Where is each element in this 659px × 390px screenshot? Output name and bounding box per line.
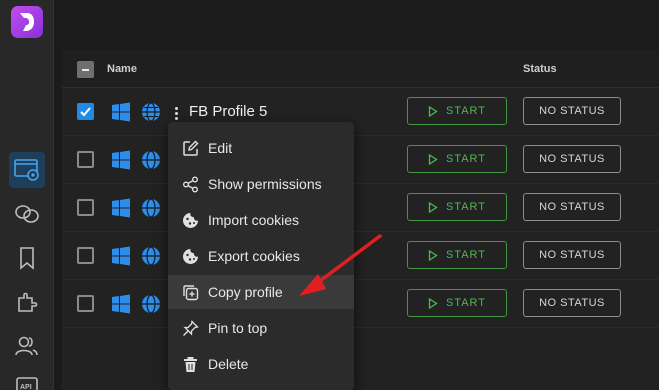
top-bar — [55, 0, 659, 50]
status-button[interactable]: NO STATUS — [523, 145, 621, 173]
share-icon — [183, 176, 198, 192]
profiles-table: Name Status START NO STATUS START NO STA… — [62, 50, 659, 390]
play-icon — [428, 201, 438, 213]
api-icon: API — [16, 377, 38, 390]
menu-item-delete[interactable]: Delete — [168, 347, 354, 381]
globe-icon — [142, 294, 160, 314]
column-header-status[interactable]: Status — [523, 63, 557, 75]
sidebar-item-bookmarks[interactable] — [9, 240, 45, 276]
menu-item-pin-to-top[interactable]: Pin to top — [168, 311, 354, 345]
logo-icon — [20, 13, 34, 31]
sidebar-item-api[interactable]: API — [9, 372, 45, 390]
sidebar-item-profiles[interactable] — [9, 152, 45, 188]
row-checkbox[interactable] — [77, 247, 94, 264]
windows-icon — [112, 246, 130, 266]
copy-icon — [183, 284, 199, 300]
status-button[interactable]: NO STATUS — [523, 241, 621, 269]
play-icon — [428, 153, 438, 165]
start-button[interactable]: START — [407, 145, 507, 173]
profiles-icon — [14, 159, 39, 181]
windows-icon — [112, 198, 130, 218]
sidebar-item-proxy[interactable] — [9, 196, 45, 232]
play-icon — [428, 105, 438, 117]
globe-icon — [142, 102, 160, 122]
sidebar: API — [0, 0, 54, 390]
status-button[interactable]: NO STATUS — [523, 289, 621, 317]
status-button[interactable]: NO STATUS — [523, 97, 621, 125]
cookie-icon — [183, 212, 198, 228]
menu-item-show-permissions[interactable]: Show permissions — [168, 167, 354, 201]
start-label: START — [445, 297, 487, 309]
pin-icon — [183, 319, 199, 336]
menu-item-label: Pin to top — [208, 320, 268, 336]
sidebar-item-users[interactable] — [9, 328, 45, 364]
play-icon — [428, 297, 438, 309]
row-checkbox[interactable] — [77, 103, 94, 120]
context-menu: Edit Show permissions Import cookies Exp… — [168, 122, 354, 390]
table-row[interactable]: START NO STATUS — [62, 136, 659, 184]
bookmark-icon — [20, 247, 34, 270]
sidebar-item-extensions[interactable] — [9, 284, 45, 320]
table-row[interactable]: START NO STATUS — [62, 280, 659, 328]
extensions-icon — [18, 292, 38, 312]
start-button[interactable]: START — [407, 193, 507, 221]
start-button[interactable]: START — [407, 97, 507, 125]
status-button[interactable]: NO STATUS — [523, 193, 621, 221]
users-icon — [15, 336, 38, 356]
cookie-icon — [183, 248, 198, 264]
select-all-checkbox[interactable] — [77, 61, 94, 78]
windows-icon — [112, 150, 130, 170]
menu-item-import-cookies[interactable]: Import cookies — [168, 203, 354, 237]
play-icon — [428, 249, 438, 261]
menu-item-edit[interactable]: Edit — [168, 131, 354, 165]
windows-icon — [112, 102, 130, 122]
column-header-name[interactable]: Name — [107, 63, 137, 75]
globe-icon — [142, 246, 160, 266]
table-header: Name Status — [62, 50, 659, 88]
check-icon — [80, 107, 91, 117]
profile-name[interactable]: FB Profile 5 — [189, 103, 267, 120]
trash-icon — [184, 356, 197, 372]
globe-icon — [142, 198, 160, 218]
svg-text:API: API — [20, 384, 32, 390]
globe-icon — [142, 150, 160, 170]
menu-item-label: Import cookies — [208, 212, 300, 228]
start-button[interactable]: START — [407, 241, 507, 269]
start-label: START — [445, 153, 487, 165]
menu-item-export-cookies[interactable]: Export cookies — [168, 239, 354, 273]
table-row[interactable]: START NO STATUS — [62, 232, 659, 280]
row-checkbox[interactable] — [77, 199, 94, 216]
start-label: START — [445, 201, 487, 213]
menu-item-label: Show permissions — [208, 176, 322, 192]
menu-item-copy-profile[interactable]: Copy profile — [168, 275, 354, 309]
start-button[interactable]: START — [407, 289, 507, 317]
windows-icon — [112, 294, 130, 314]
edit-icon — [183, 140, 199, 156]
menu-item-label: Copy profile — [208, 284, 283, 300]
menu-item-label: Export cookies — [208, 248, 300, 264]
app-logo[interactable] — [11, 6, 43, 38]
table-row[interactable]: START NO STATUS — [62, 184, 659, 232]
table-row[interactable]: START NO STATUS — [62, 88, 659, 136]
more-options-icon[interactable] — [174, 107, 180, 121]
menu-item-label: Delete — [208, 356, 249, 372]
proxy-icon — [15, 205, 39, 223]
start-label: START — [445, 105, 487, 117]
row-checkbox[interactable] — [77, 151, 94, 168]
menu-item-label: Edit — [208, 140, 233, 156]
start-label: START — [445, 249, 487, 261]
row-checkbox[interactable] — [77, 295, 94, 312]
